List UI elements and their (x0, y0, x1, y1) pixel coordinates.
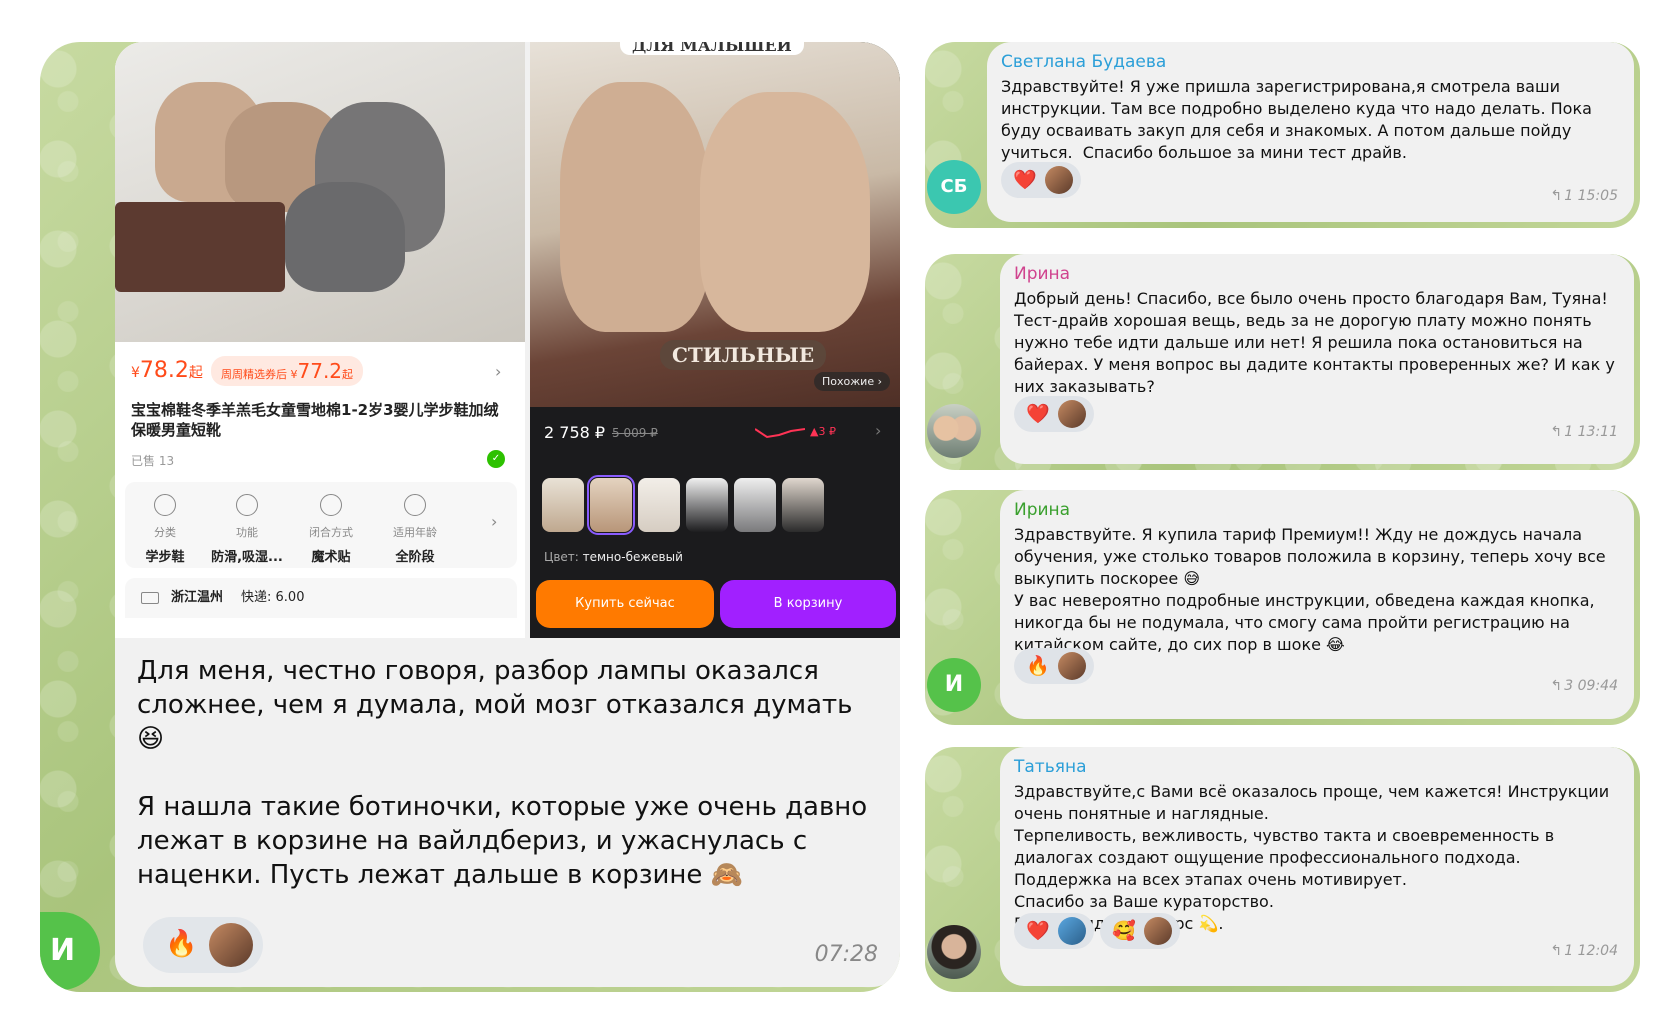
chat-panel-left: ¥78.2起 周周精选券后 ¥77.2起 › 宝宝棉鞋冬季羊羔毛女童雪地棉1-2… (40, 42, 900, 992)
chat-panel-message: Татьяна Здравствуйте,с Вами всё оказалос… (925, 747, 1640, 992)
sender-name[interactable]: Татьяна (1014, 757, 1086, 777)
sender-name[interactable]: Светлана Будаева (1001, 52, 1166, 72)
message-bubble[interactable]: Светлана Будаева Здравствуйте! Я уже при… (987, 42, 1634, 222)
shipping-row: 浙江温州 快递: 6.00 (125, 578, 517, 618)
clock-icon (404, 494, 426, 516)
avatar[interactable] (927, 404, 981, 458)
avatar (1045, 166, 1073, 194)
boot-beige (560, 82, 710, 332)
reaction-pill[interactable]: 🔥 (1014, 648, 1094, 684)
color-label: Цвет: темно-бежевый (544, 550, 683, 564)
message-text: Добрый день! Спасибо, все было очень про… (1014, 289, 1620, 396)
fire-icon: 🔥 (165, 929, 198, 959)
product-title: 宝宝棉鞋冬季羊羔毛女童雪地棉1-2岁3婴儿学步鞋加绒保暖男童短靴 (131, 401, 499, 439)
thumbnail-color[interactable] (638, 478, 680, 532)
message-text: Здравствуйте. Я купила тариф Премиум!! Ж… (1014, 525, 1606, 654)
attribute-category: 分类 学步鞋 (125, 494, 205, 565)
chat-panel-message: Светлана Будаева Здравствуйте! Я уже при… (925, 42, 1640, 228)
brown-cloth (115, 202, 285, 292)
boot-beige (700, 92, 870, 332)
sold-count: 已售 13 (131, 454, 175, 468)
product-info: ¥78.2起 周周精选券后 ¥77.2起 › 宝宝棉鞋冬季羊羔毛女童雪地棉1-2… (115, 342, 525, 638)
attribute-closure: 闭合方式 魔术贴 (291, 494, 371, 565)
message-meta: ↰ 1 12:04 (1550, 943, 1618, 959)
product-screenshot-taobao[interactable]: ¥78.2起 周周精选券后 ¥77.2起 › 宝宝棉鞋冬季羊羔毛女童雪地棉1-2… (115, 42, 525, 638)
boot-grey (285, 182, 405, 292)
message-bubble[interactable]: Татьяна Здравствуйте,с Вами всё оказалос… (1000, 747, 1634, 986)
similar-button[interactable]: Похожие › (814, 372, 890, 391)
fire-icon: 🔥 (1026, 655, 1050, 677)
pie-icon (154, 494, 176, 516)
product-photo (115, 42, 525, 342)
thumbnail-color[interactable] (542, 478, 584, 532)
attributes-row[interactable]: 分类 学步鞋 功能 防滑,吸湿... 闭合方式 魔术贴 适用年龄 全阶段 › (125, 482, 517, 568)
clover-icon (236, 494, 258, 516)
message-text: Здравствуйте,с Вами всё оказалось проще,… (1014, 782, 1610, 933)
reply-icon: ↰ (1550, 943, 1563, 959)
sender-name[interactable]: Ирина (1014, 264, 1070, 284)
chat-panel-message: Ирина Здравствуйте. Я купила тариф Преми… (925, 490, 1640, 725)
avatar[interactable] (927, 925, 981, 979)
chat-panel-message: Ирина Добрый день! Спасибо, все было оче… (925, 254, 1640, 470)
reply-icon: ↰ (1550, 678, 1563, 694)
price: ¥78.2起 (131, 358, 203, 383)
thumbnail-color[interactable] (686, 478, 728, 532)
message-meta: ↰ 1 13:11 (1550, 424, 1618, 440)
reply-icon: ↰ (1550, 188, 1563, 204)
heart-icon: ❤️ (1026, 920, 1050, 942)
current-price: 2 758 ₽ (544, 423, 606, 442)
product-screenshot-marketplace[interactable]: ДЛЯ МАЛЫШЕЙ СТИЛЬНЫЕ Похожие › 2 758 ₽ 5… (530, 42, 900, 638)
message-text: Здравствуйте! Я уже пришла зарегистриров… (1001, 77, 1598, 162)
message-meta: ↰ 1 15:05 (1550, 188, 1618, 204)
avatar[interactable]: И (927, 658, 981, 712)
heart-icon: ❤️ (1013, 169, 1037, 191)
message-text: Для меня, честно говоря, разбор лампы ок… (137, 656, 876, 890)
heart-icon: ❤️ (1026, 403, 1050, 425)
photo-album: ¥78.2起 周周精选券后 ¥77.2起 › 宝宝棉鞋冬季羊羔毛女童雪地棉1-2… (115, 42, 900, 638)
message-bubble[interactable]: Ирина Здравствуйте. Я купила тариф Преми… (1000, 490, 1634, 719)
avatar (1058, 652, 1086, 680)
buy-now-button[interactable]: Купить сейчас (536, 580, 714, 628)
message-bubble[interactable]: ¥78.2起 周周精选券后 ¥77.2起 › 宝宝棉鞋冬季羊羔毛女童雪地棉1-2… (115, 42, 900, 987)
avatar (209, 923, 253, 967)
color-thumbnails[interactable] (542, 475, 892, 535)
reaction-pill[interactable]: ❤️ (1014, 396, 1094, 432)
message-bubble[interactable]: Ирина Добрый день! Спасибо, все было оче… (1000, 254, 1634, 464)
avatar[interactable]: И (40, 912, 100, 990)
avatar (1058, 917, 1086, 945)
reply-icon: ↰ (1550, 424, 1563, 440)
photo-caption: ДЛЯ МАЛЫШЕЙ (620, 42, 804, 55)
reaction-pill[interactable]: ❤️ (1001, 162, 1081, 198)
attribute-function: 功能 防滑,吸湿... (207, 494, 287, 565)
price-trend-value: ▲3 ₽ (810, 425, 836, 438)
smiling-hearts-icon: 🥰 (1112, 920, 1136, 942)
avatar (1058, 400, 1086, 428)
product-photo: ДЛЯ МАЛЫШЕЙ СТИЛЬНЫЕ Похожие › (530, 42, 900, 407)
sender-name[interactable]: Ирина (1014, 500, 1070, 520)
chevron-right-icon[interactable]: › (491, 512, 497, 531)
coupon-badge[interactable]: 周周精选券后 ¥77.2起 (211, 356, 364, 386)
reaction-pill[interactable]: 🥰 (1100, 913, 1180, 949)
avatar (1144, 917, 1172, 945)
thumbnail-color[interactable] (782, 478, 824, 532)
thumbnail-color[interactable] (734, 478, 776, 532)
message-time: 07:28 (814, 942, 878, 967)
attribute-age: 适用年龄 全阶段 (375, 494, 455, 565)
thumbnail-color-selected[interactable] (587, 475, 635, 535)
price-bar: 2 758 ₽ 5 009 ₽ ▲3 ₽ › (530, 407, 900, 459)
reaction-pill[interactable]: 🔥 (143, 917, 263, 973)
truck-icon (141, 591, 159, 604)
wechat-icon[interactable]: ✓ (487, 450, 505, 468)
chevron-right-icon[interactable]: › (495, 362, 501, 381)
avatar[interactable]: СБ (927, 160, 981, 214)
chevron-right-icon[interactable]: › (875, 421, 881, 440)
reaction-pill[interactable]: ❤️ (1014, 913, 1094, 949)
price-trend-icon (755, 428, 805, 439)
stylish-badge: СТИЛЬНЫЕ (660, 340, 827, 370)
old-price: 5 009 ₽ (612, 426, 658, 440)
message-meta: ↰ 3 09:44 (1550, 678, 1618, 694)
add-to-cart-button[interactable]: В корзину (720, 580, 896, 628)
triangle-dots-icon (320, 494, 342, 516)
